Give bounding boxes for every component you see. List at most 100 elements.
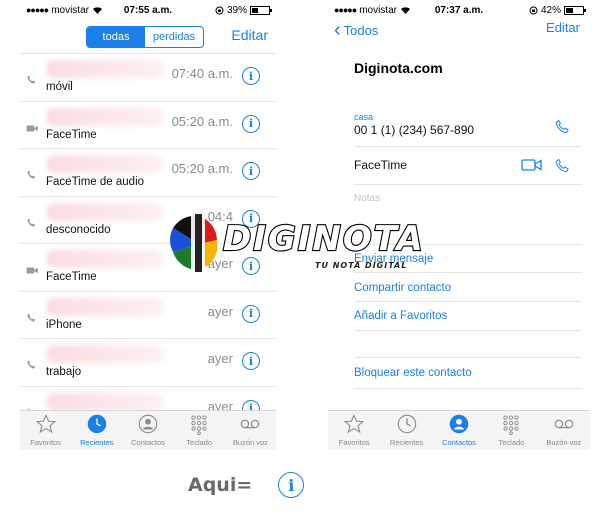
redacted-caller-name	[46, 107, 164, 126]
clock-icon	[86, 413, 108, 438]
divider	[354, 388, 582, 389]
block-contact-button[interactable]: Bloquear este contacto	[354, 367, 472, 379]
battery-icon	[564, 5, 586, 15]
redacted-caller-name	[46, 250, 164, 268]
redacted-caller-name	[46, 155, 164, 173]
diginota-logo: DIGINOTA TU NOTA DIGITAL	[170, 214, 425, 272]
call-label: desconocido	[46, 223, 111, 236]
redacted-caller-name	[46, 202, 164, 221]
watermark-tagline: TU NOTA DIGITAL	[315, 261, 407, 270]
call-time: 05:20 a.m.	[171, 161, 233, 176]
info-icon[interactable]: i	[242, 304, 260, 323]
info-icon[interactable]: i	[242, 67, 260, 85]
tab-teclado[interactable]: Teclado	[485, 411, 537, 450]
legend-label: Aqui=	[188, 474, 253, 496]
tab-label: Favoritos	[30, 438, 62, 447]
tab-label: Teclado	[498, 438, 525, 447]
call-label: móvil	[46, 81, 73, 93]
tab-recientes[interactable]: Recientes	[380, 411, 432, 450]
clock-icon	[396, 413, 418, 438]
divider	[354, 184, 582, 185]
facetime-audio-icon[interactable]	[554, 157, 571, 174]
call-label: FaceTime de audio	[46, 176, 145, 188]
star-icon	[35, 413, 57, 438]
tab-recientes[interactable]: Recientes	[71, 411, 122, 450]
logo-emblem-icon	[170, 214, 218, 272]
diginota-watermark: DIGINOTA TU NOTA DIGITAL	[165, 210, 445, 276]
tab-favoritos[interactable]: Favoritos	[328, 411, 380, 450]
video-icon	[26, 262, 40, 274]
call-row[interactable]: FaceTime 05:20 a.m. i	[20, 102, 276, 149]
divider	[354, 301, 582, 302]
call-time: ayer	[207, 303, 233, 319]
notes-field[interactable]: Notas	[354, 193, 380, 204]
contact-name: Diginota.com	[354, 60, 443, 76]
call-label: FaceTime	[46, 128, 97, 141]
call-label: FaceTime	[46, 271, 97, 283]
redacted-caller-name	[46, 345, 164, 363]
tab-contactos[interactable]: Contactos	[122, 411, 173, 450]
contacts-icon	[137, 413, 159, 438]
tab-buz-n-voz[interactable]: Buzón voz	[225, 411, 276, 450]
voicemail-icon	[239, 413, 261, 438]
info-icon[interactable]: i	[242, 352, 260, 370]
status-bar: ●●●●● movistar 07:37 a.m. 42%	[328, 0, 590, 20]
tab-buz-n-voz[interactable]: Buzón voz	[538, 411, 590, 450]
tab-label: Buzón voz	[232, 438, 268, 447]
filter-segmented-control: todas perdidas	[86, 26, 204, 48]
tab-favoritos[interactable]: Favoritos	[20, 411, 71, 450]
info-icon: i	[278, 472, 305, 498]
back-button[interactable]: ‹ Todos	[334, 20, 378, 40]
segment-perdidas[interactable]: perdidas	[145, 27, 203, 47]
call-row[interactable]: FaceTime de audio 05:20 a.m. i	[20, 149, 276, 197]
status-time: 07:55 a.m.	[123, 4, 173, 16]
tab-label: Contactos	[442, 438, 476, 447]
back-label: Todos	[343, 22, 379, 38]
phone-icon	[26, 215, 40, 227]
call-row[interactable]: móvil 07:40 a.m. i	[20, 54, 276, 102]
redacted-caller-name	[46, 392, 164, 411]
edit-button[interactable]: Editar	[546, 20, 580, 35]
call-phone-icon[interactable]	[554, 118, 571, 135]
video-icon	[26, 120, 40, 132]
divider	[354, 330, 582, 331]
tab-contactos[interactable]: Contactos	[433, 411, 485, 450]
keypad-icon	[188, 413, 210, 438]
keypad-icon	[500, 413, 522, 438]
call-row[interactable]: iPhone ayer i	[20, 292, 276, 339]
info-icon[interactable]: i	[242, 114, 260, 133]
phone-icon	[26, 310, 40, 322]
tab-label: Buzón voz	[546, 438, 582, 447]
battery-icon	[250, 5, 272, 15]
tab-label: Recientes	[389, 438, 424, 447]
share-contact-button[interactable]: Compartir contacto	[354, 282, 451, 294]
facetime-video-icon[interactable]	[521, 158, 543, 172]
edit-button[interactable]: Editar	[231, 27, 268, 43]
call-time: 07:40 a.m.	[171, 66, 233, 81]
call-time: ayer	[207, 351, 233, 366]
info-icon[interactable]: i	[242, 162, 260, 180]
voicemail-icon	[553, 413, 575, 438]
redacted-caller-name	[46, 60, 164, 78]
star-icon	[343, 413, 365, 438]
call-row[interactable]: trabajo ayer i	[20, 339, 276, 387]
add-favorites-button[interactable]: Añadir a Favoritos	[354, 310, 447, 322]
call-label: iPhone	[46, 318, 82, 331]
phone-icon	[26, 72, 40, 84]
tab-label: Teclado	[186, 438, 213, 447]
contacts-icon	[448, 413, 470, 438]
call-time: 05:20 a.m.	[171, 113, 233, 129]
phone-icon	[26, 357, 40, 369]
chevron-left-icon: ‹	[334, 19, 341, 41]
call-label: trabajo	[46, 366, 82, 378]
tab-teclado[interactable]: Teclado	[174, 411, 225, 450]
redacted-caller-name	[46, 297, 164, 316]
tab-bar: Favoritos Recientes Contactos Teclado Buzón …	[20, 410, 276, 450]
segment-todas[interactable]: todas	[87, 27, 145, 47]
tab-label: Recientes	[80, 438, 114, 447]
divider	[354, 357, 582, 358]
phone-icon	[26, 167, 40, 179]
status-bar: ●●●●● movistar 07:55 a.m. 39%	[20, 0, 276, 20]
watermark-title: DIGINOTA	[223, 219, 425, 259]
legend: Aqui= i	[188, 472, 305, 498]
